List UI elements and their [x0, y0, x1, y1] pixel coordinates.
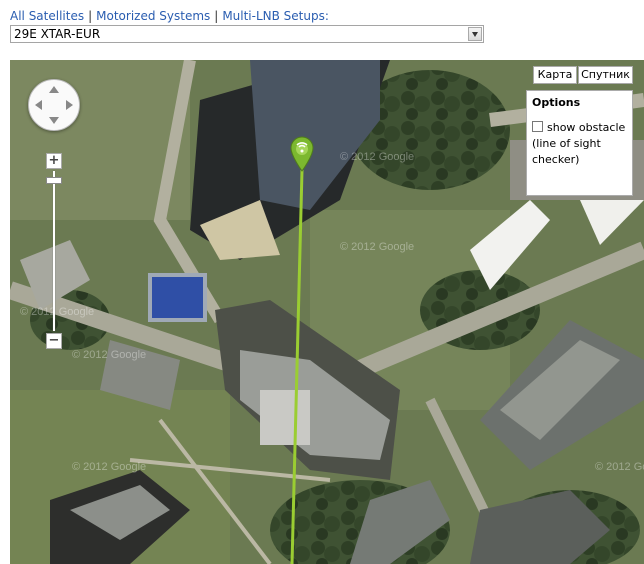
pan-left-icon[interactable]: [35, 100, 42, 110]
satellite-links: All Satellites | Motorized Systems | Multi-L…: [10, 9, 329, 23]
nav-separator: |: [88, 9, 93, 23]
map-type-satellite-button[interactable]: Спутник: [578, 66, 633, 84]
map-watermark: © 2012 Google: [72, 461, 146, 473]
zoom-slider[interactable]: [53, 171, 55, 331]
zoom-slider-thumb[interactable]: [46, 177, 62, 184]
zoom-in-button[interactable]: +: [46, 153, 62, 169]
map-watermark: © 2012 Google: [340, 241, 414, 253]
satellite-map[interactable]: © 2012 Google © 2012 Google © 2012 Googl…: [10, 60, 644, 564]
all-satellites-link[interactable]: All Satellites: [10, 9, 84, 23]
map-watermark: © 2012 Google: [595, 461, 644, 473]
show-obstacle-option[interactable]: show obstacle (line of sight checker): [532, 120, 627, 168]
chevron-down-icon[interactable]: [468, 27, 482, 41]
nav-separator: |: [214, 9, 219, 23]
zoom-out-button[interactable]: −: [46, 333, 62, 349]
multi-lnb-link[interactable]: Multi-LNB Setups:: [222, 9, 329, 23]
map-type-map-button[interactable]: Карта: [533, 66, 577, 84]
options-title: Options: [532, 96, 581, 109]
satellite-select-value: 29E XTAR-EUR: [14, 27, 101, 41]
pan-right-icon[interactable]: [66, 100, 73, 110]
map-watermark: © 2012 Google: [72, 349, 146, 361]
wifi-pin-icon[interactable]: [289, 136, 315, 172]
satellite-select[interactable]: 29E XTAR-EUR: [10, 25, 484, 43]
map-watermark: © 2012 Google: [340, 151, 414, 163]
pan-control[interactable]: [28, 79, 80, 131]
show-obstacle-label: show obstacle (line of sight checker): [532, 121, 626, 166]
options-panel: Options show obstacle (line of sight che…: [526, 90, 633, 196]
pan-up-icon[interactable]: [49, 86, 59, 93]
show-obstacle-checkbox[interactable]: [532, 121, 543, 132]
pan-down-icon[interactable]: [49, 117, 59, 124]
motorized-systems-link[interactable]: Motorized Systems: [96, 9, 210, 23]
map-watermark: © 2012 Google: [20, 306, 94, 318]
